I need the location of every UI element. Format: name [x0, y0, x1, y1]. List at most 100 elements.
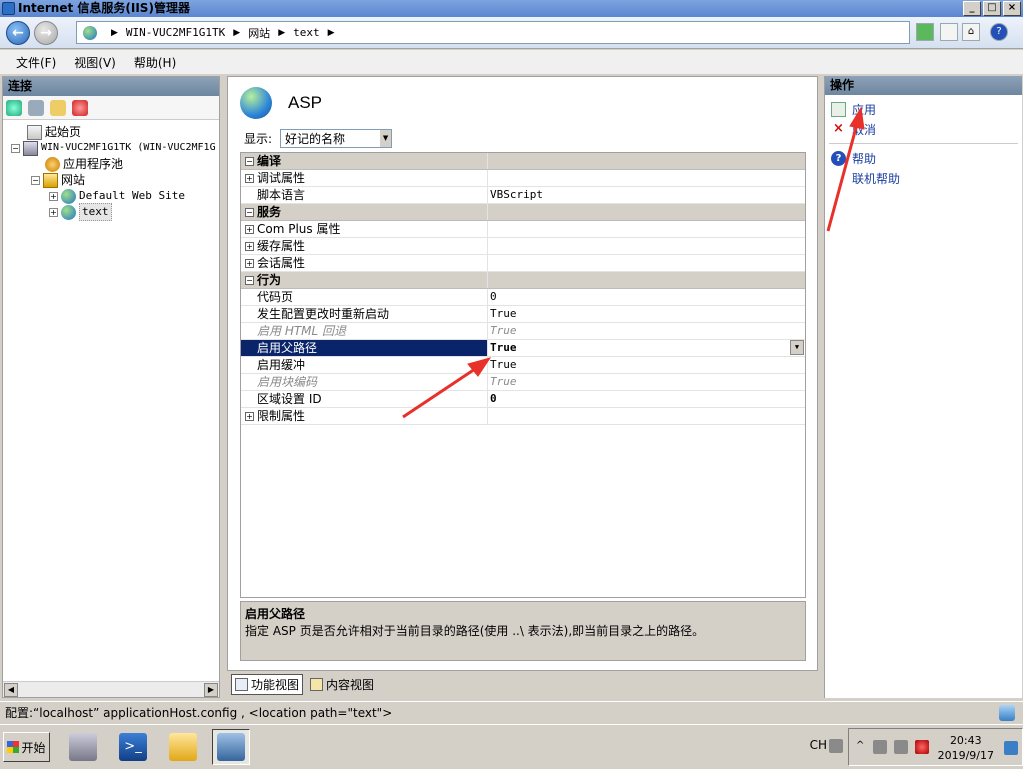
- asp-globe-icon: [240, 87, 272, 119]
- chevron-up-icon[interactable]: ^: [856, 740, 866, 754]
- category-compile[interactable]: − 编译: [241, 153, 805, 170]
- sites-folder-icon: [43, 172, 58, 188]
- display-select[interactable]: 好记的名称 ▼: [280, 129, 393, 148]
- keyboard-icon[interactable]: [829, 739, 843, 753]
- tree-item-start-page[interactable]: 起始页: [3, 124, 219, 140]
- prop-locale-id[interactable]: 区域设置 ID 0: [241, 391, 805, 408]
- forward-button[interactable]: →: [34, 21, 58, 45]
- prop-code-page[interactable]: 代码页 0: [241, 289, 805, 306]
- app-pool-icon: [45, 156, 60, 172]
- expand-icon[interactable]: +: [245, 411, 254, 421]
- chevron-down-icon[interactable]: ▼: [380, 130, 392, 147]
- prop-complus[interactable]: + Com Plus 属性: [241, 221, 805, 238]
- category-services[interactable]: − 服务: [241, 204, 805, 221]
- collapse-icon[interactable]: −: [11, 143, 20, 153]
- menu-help[interactable]: 帮助(H): [134, 54, 176, 71]
- display-row: 显示: 好记的名称 ▼: [244, 129, 393, 148]
- connect-icon[interactable]: [6, 99, 22, 116]
- breadcrumb-server[interactable]: WIN-VUC2MF1G1TK: [126, 26, 225, 39]
- horizontal-scrollbar[interactable]: ◀ ▶: [3, 681, 219, 697]
- minimize-button[interactable]: _: [963, 1, 981, 16]
- connections-tree: 起始页 − WIN-VUC2MF1G1TK (WIN-VUC2MF1G 应用程序…: [3, 120, 219, 221]
- taskbar-powershell[interactable]: >_: [114, 729, 152, 765]
- expand-icon[interactable]: +: [245, 224, 254, 234]
- prop-session[interactable]: + 会话属性: [241, 255, 805, 272]
- chevron-right-icon: ▶: [233, 27, 241, 38]
- menu-view[interactable]: 视图(V): [74, 54, 116, 71]
- disconnect-icon[interactable]: [72, 99, 88, 116]
- close-button[interactable]: ×: [1003, 1, 1021, 16]
- category-behavior[interactable]: − 行为: [241, 272, 805, 289]
- menu-bar: 文件(F) 视图(V) 帮助(H): [0, 50, 1023, 74]
- tree-item-text[interactable]: + text: [3, 203, 219, 221]
- help-action[interactable]: ? 帮助: [825, 148, 1022, 168]
- powershell-icon: >_: [119, 733, 147, 761]
- cancel-icon: ×: [833, 120, 844, 136]
- maximize-button[interactable]: □: [983, 1, 1001, 16]
- refresh-icon[interactable]: [916, 23, 934, 41]
- back-button[interactable]: ←: [6, 21, 30, 45]
- expand-icon[interactable]: +: [245, 258, 254, 268]
- prop-cache[interactable]: + 缓存属性: [241, 238, 805, 255]
- tree-item-default-web-site[interactable]: + Default Web Site: [3, 188, 219, 204]
- chevron-down-icon[interactable]: ▼: [790, 340, 804, 355]
- expand-icon[interactable]: +: [245, 241, 254, 251]
- prop-restart-on-config-change[interactable]: 发生配置更改时重新启动 True: [241, 306, 805, 323]
- expand-icon[interactable]: +: [49, 207, 58, 217]
- parent-paths-select[interactable]: True ▼: [488, 340, 805, 356]
- scroll-left-icon[interactable]: ◀: [4, 683, 18, 697]
- monitor-network-icon[interactable]: [894, 740, 908, 754]
- chevron-right-icon: ▶: [327, 27, 335, 38]
- clock[interactable]: 20:43 2019/9/17: [938, 733, 994, 763]
- taskbar-server-manager[interactable]: [64, 729, 102, 765]
- scroll-right-icon[interactable]: ▶: [204, 683, 218, 697]
- expand-icon[interactable]: +: [245, 173, 254, 183]
- menu-file[interactable]: 文件(F): [16, 54, 56, 71]
- collapse-icon[interactable]: −: [245, 275, 254, 285]
- tree-item-sites[interactable]: − 网站: [3, 172, 219, 188]
- explorer-folder-icon: [169, 733, 197, 761]
- help-icon[interactable]: ?: [990, 23, 1008, 41]
- breadcrumb-sites[interactable]: 网站: [248, 25, 270, 41]
- property-grid: − 编译 + 调试属性 脚本语言 VBScript − 服务 + Com Plus 属性…: [240, 152, 806, 598]
- chevron-right-icon: ▶: [111, 27, 118, 38]
- show-desktop-icon[interactable]: [1004, 741, 1018, 755]
- tree-item-server[interactable]: − WIN-VUC2MF1G1TK (WIN-VUC2MF1G: [3, 140, 219, 156]
- stop-icon[interactable]: [940, 23, 958, 41]
- tree-item-app-pools[interactable]: 应用程序池: [3, 156, 219, 172]
- tab-features-view[interactable]: 功能视图: [231, 674, 304, 695]
- iis-manager-icon: [217, 733, 245, 761]
- start-button[interactable]: 开始: [3, 732, 50, 762]
- expand-icon[interactable]: +: [49, 191, 58, 201]
- collapse-icon[interactable]: −: [245, 156, 254, 166]
- language-indicator[interactable]: CH: [810, 738, 827, 752]
- collapse-icon[interactable]: −: [245, 207, 254, 217]
- feature-panel: ASP 显示: 好记的名称 ▼ − 编译 + 调试属性 脚本语言 VBScript …: [227, 76, 818, 671]
- home-icon[interactable]: ⌂: [962, 23, 980, 41]
- prop-buffering[interactable]: 启用缓冲 True: [241, 357, 805, 374]
- flag-icon[interactable]: [873, 740, 887, 754]
- address-bar: ← → ▶ WIN-VUC2MF1G1TK ▶ 网站 ▶ text ▶ ⌂ ?: [0, 17, 1023, 49]
- help-icon: ?: [831, 150, 846, 166]
- breadcrumb-text[interactable]: text: [293, 26, 320, 39]
- actions-divider: [829, 143, 1018, 144]
- up-folder-icon[interactable]: [50, 99, 66, 116]
- prop-debug-props[interactable]: + 调试属性: [241, 170, 805, 187]
- prop-enable-parent-paths[interactable]: 启用父路径 True ▼: [241, 340, 805, 357]
- window-controls: _ □ ×: [963, 1, 1021, 16]
- cancel-action[interactable]: × 取消: [825, 119, 1022, 139]
- volume-muted-icon[interactable]: [915, 740, 929, 754]
- collapse-icon[interactable]: −: [31, 175, 40, 185]
- prop-chunked-encoding[interactable]: 启用块编码 True: [241, 374, 805, 391]
- online-help-action[interactable]: 联机帮助: [825, 168, 1022, 188]
- prop-script-language[interactable]: 脚本语言 VBScript: [241, 187, 805, 204]
- content-view-icon: [310, 678, 324, 691]
- prop-limits[interactable]: + 限制属性: [241, 408, 805, 425]
- breadcrumb[interactable]: ▶ WIN-VUC2MF1G1TK ▶ 网站 ▶ text ▶: [76, 21, 910, 44]
- taskbar-iis-manager[interactable]: [212, 729, 250, 765]
- save-icon[interactable]: [28, 99, 44, 116]
- apply-action[interactable]: 应用: [825, 99, 1022, 119]
- taskbar-explorer[interactable]: [164, 729, 202, 765]
- prop-html-fallback[interactable]: 启用 HTML 回退 True: [241, 323, 805, 340]
- tab-content-view[interactable]: 内容视图: [307, 675, 377, 694]
